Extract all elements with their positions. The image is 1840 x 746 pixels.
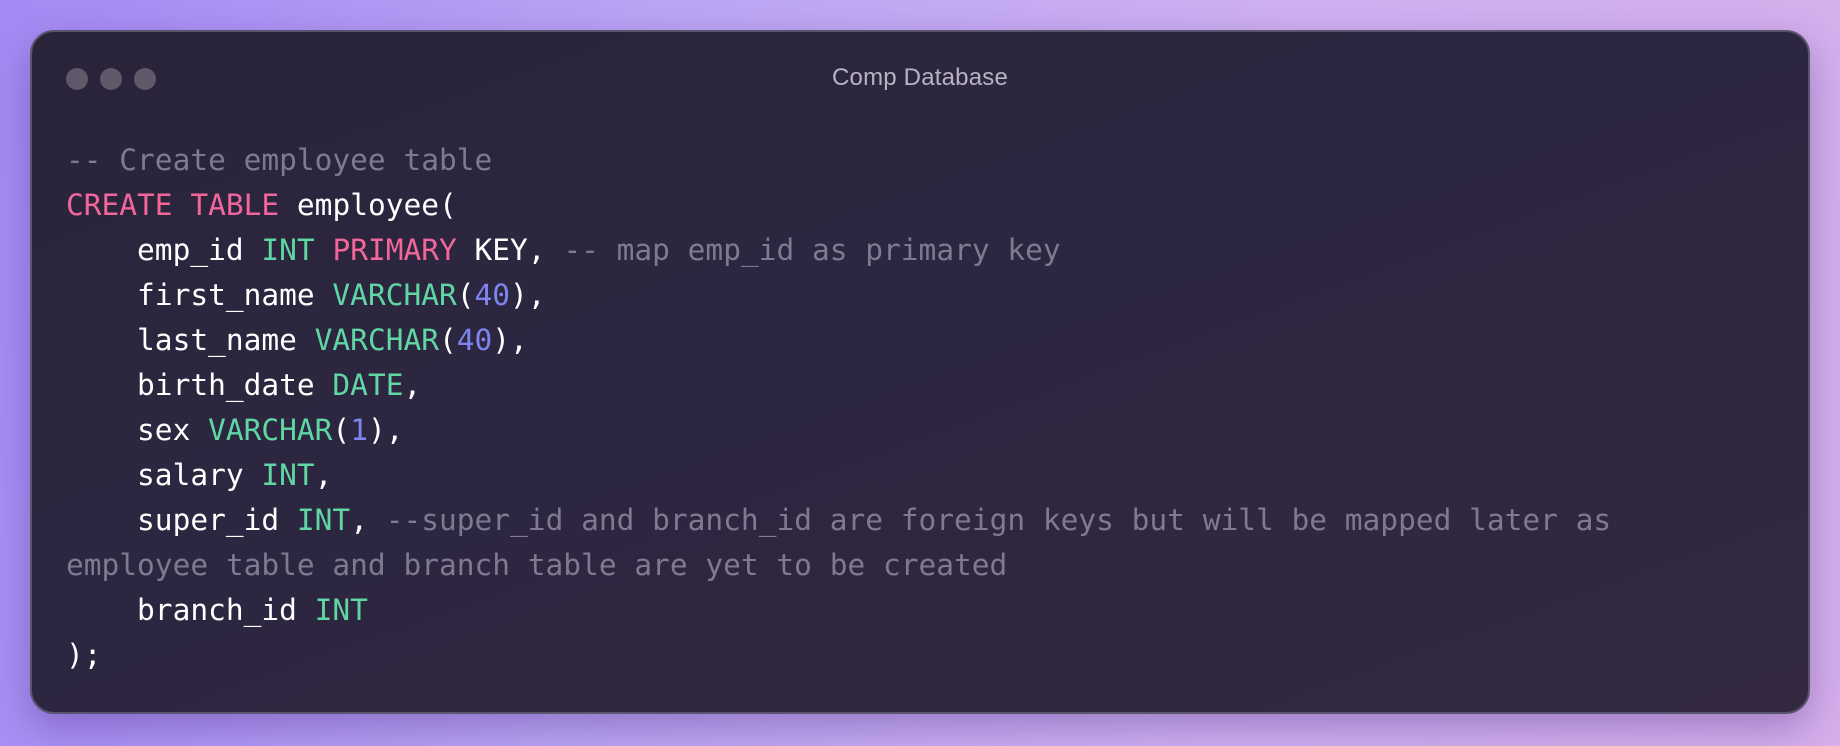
code-token: ,	[403, 368, 422, 402]
code-token: super_id	[66, 503, 297, 537]
code-token: PRIMARY	[332, 233, 457, 267]
code-token: VARCHAR	[314, 323, 439, 357]
code-line: sex VARCHAR(1),	[66, 408, 1778, 453]
code-line: emp_id INT PRIMARY KEY, -- map emp_id as…	[66, 228, 1778, 273]
code-token: INT	[261, 233, 315, 267]
code-token: 40	[474, 278, 511, 312]
code-line: CREATE TABLE employee(	[66, 183, 1778, 228]
code-line: );	[66, 633, 1778, 678]
window-title: Comp Database	[831, 64, 1009, 91]
code-token: );	[66, 638, 102, 672]
code-token: (	[438, 323, 457, 357]
code-token: 1	[350, 413, 368, 447]
code-token: 40	[456, 323, 493, 357]
code-token: ),	[492, 323, 528, 357]
code-window: Comp Database -- Create employee table CR…	[30, 30, 1810, 714]
code-token: (	[456, 278, 475, 312]
code-token: employee(	[279, 188, 457, 222]
code-line: birth_date DATE,	[66, 363, 1778, 408]
code-token: -- Create employee table	[66, 143, 493, 177]
code-token: VARCHAR	[208, 413, 333, 447]
code-block: -- Create employee table CREATE TABLE emp…	[66, 138, 1778, 678]
code-token: --super_id and branch_id are foreign key…	[385, 503, 1612, 537]
code-token: birth_date	[66, 368, 333, 402]
code-token: employee table and branch table are yet …	[66, 548, 1008, 582]
code-line: super_id INT, --super_id and branch_id a…	[66, 498, 1778, 543]
code-token: INT	[261, 458, 315, 492]
code-token: emp_id	[66, 233, 262, 267]
code-line: -- Create employee table	[66, 138, 1778, 183]
code-token: CREATE	[66, 188, 173, 222]
code-token: DATE	[332, 368, 404, 402]
code-token: -- map emp_id as primary key	[563, 233, 1061, 267]
code-token: VARCHAR	[332, 278, 457, 312]
code-line: last_name VARCHAR(40),	[66, 318, 1778, 363]
code-token: first_name	[66, 278, 333, 312]
code-token: ,	[314, 458, 333, 492]
code-token: salary	[66, 458, 262, 492]
code-line: employee table and branch table are yet …	[66, 543, 1778, 588]
code-token: branch_id	[66, 593, 315, 627]
code-line: first_name VARCHAR(40),	[66, 273, 1778, 318]
code-token: ),	[367, 413, 404, 447]
code-token: sex	[66, 413, 209, 447]
code-token: KEY,	[456, 233, 564, 267]
code-token: TABLE	[190, 188, 280, 222]
code-token: ,	[350, 503, 386, 537]
code-token: INT	[314, 593, 368, 627]
code-token: INT	[296, 503, 351, 537]
code-line: salary INT,	[66, 453, 1778, 498]
code-token: (	[332, 413, 351, 447]
code-token: ),	[510, 278, 546, 312]
code-line: branch_id INT	[66, 588, 1778, 633]
code-token: last_name	[66, 323, 315, 357]
